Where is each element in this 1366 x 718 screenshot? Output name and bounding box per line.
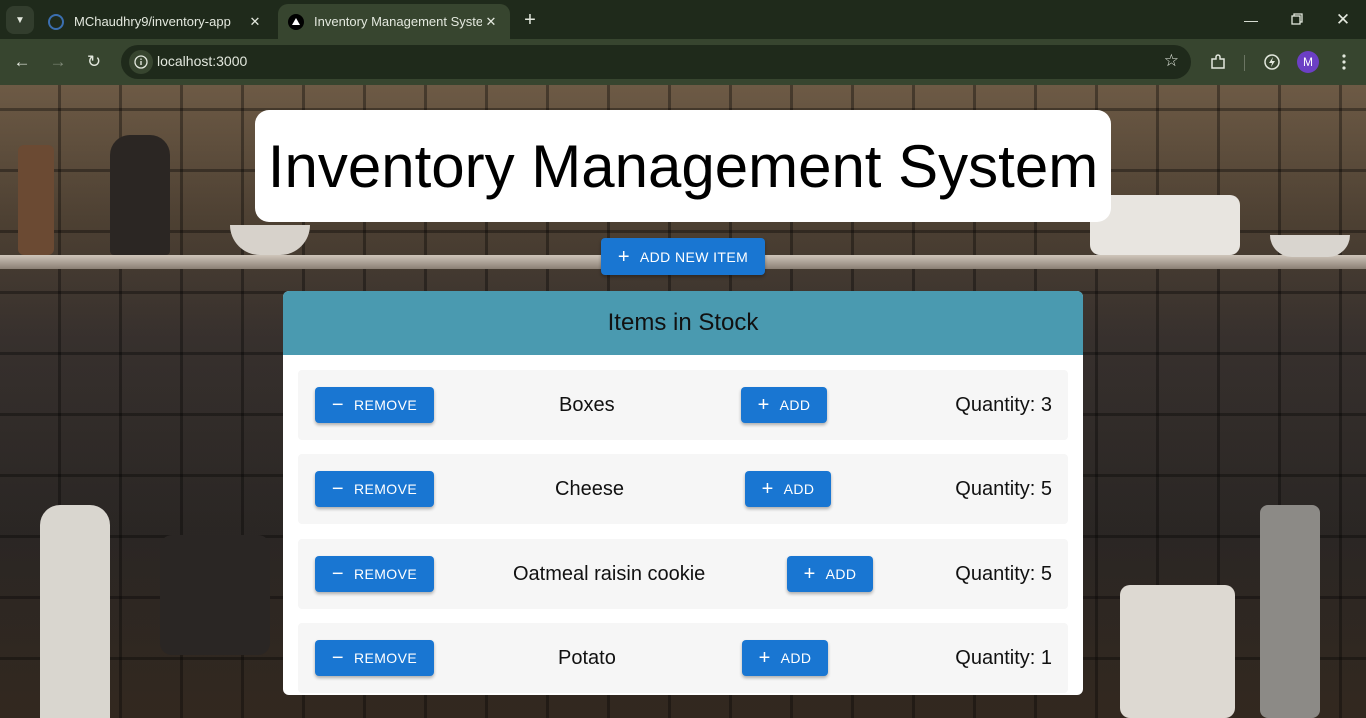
minus-icon: −	[331, 394, 344, 416]
page-title-card: Inventory Management System	[255, 110, 1111, 222]
add-label: ADD	[779, 397, 811, 413]
github-icon	[48, 13, 64, 30]
tab-github[interactable]: MChaudhry9/inventory-app ✕	[38, 4, 274, 39]
tab-search-button[interactable]: ▼	[6, 6, 34, 34]
site-info-icon[interactable]	[129, 50, 153, 74]
background-decor	[160, 535, 270, 655]
background-decor	[1270, 235, 1350, 257]
restore-button[interactable]	[1274, 0, 1320, 39]
kebab-menu-icon[interactable]	[1330, 48, 1358, 76]
close-icon[interactable]: ✕	[246, 13, 264, 31]
item-name: Potato	[558, 646, 616, 669]
background-decor	[1120, 585, 1235, 718]
item-quantity: Quantity: 5	[955, 477, 1052, 500]
add-new-item-label: ADD NEW ITEM	[639, 248, 749, 265]
add-button[interactable]: + ADD	[787, 556, 873, 592]
background-decor	[40, 505, 110, 718]
arrow-left-icon: ←	[13, 52, 31, 71]
bookmark-star-icon[interactable]: ☆	[1164, 51, 1179, 71]
item-name: Oatmeal raisin cookie	[513, 562, 706, 585]
item-row: − REMOVE Oatmeal raisin cookie + ADD Qua…	[298, 539, 1068, 609]
item-name: Cheese	[555, 477, 624, 500]
minimize-button[interactable]: —	[1228, 0, 1274, 39]
triangle-logo-icon	[288, 13, 304, 30]
profile-avatar[interactable]: M	[1297, 51, 1319, 73]
close-window-button[interactable]: ✕	[1320, 0, 1366, 39]
item-quantity: Quantity: 5	[955, 562, 1052, 585]
browser-toolbar: ← → ↻ localhost:3000 ☆	[0, 39, 1366, 85]
item-name: Boxes	[559, 393, 615, 416]
page-title: Inventory Management System	[267, 132, 1099, 200]
item-row: − REMOVE Cheese + ADD Quantity: 5	[298, 454, 1068, 524]
plus-icon: +	[617, 245, 630, 268]
extensions-icon[interactable]	[1204, 48, 1232, 76]
close-icon[interactable]: ✕	[482, 13, 500, 31]
page-viewport: Inventory Management System + ADD NEW IT…	[0, 85, 1366, 718]
background-decor	[1260, 505, 1320, 718]
tab-title: MChaudhry9/inventory-app	[74, 14, 231, 29]
performance-icon[interactable]	[1258, 48, 1286, 76]
minus-icon: −	[331, 478, 344, 500]
address-bar[interactable]: localhost:3000 ☆	[121, 45, 1191, 79]
new-tab-button[interactable]: +	[518, 8, 542, 32]
add-label: ADD	[825, 566, 857, 582]
add-new-item-button[interactable]: + ADD NEW ITEM	[601, 238, 765, 275]
item-row: − REMOVE Boxes + ADD Quantity: 3	[298, 370, 1068, 440]
plus-icon: +	[803, 563, 816, 585]
restore-icon	[1291, 12, 1303, 28]
add-label: ADD	[783, 481, 815, 497]
chevron-down-icon: ▼	[15, 14, 25, 26]
item-quantity: Quantity: 3	[955, 393, 1052, 416]
minimize-icon: —	[1244, 11, 1258, 28]
background-decor	[1090, 195, 1240, 255]
remove-label: REMOVE	[354, 481, 418, 497]
item-quantity: Quantity: 1	[955, 646, 1052, 669]
remove-button[interactable]: − REMOVE	[315, 387, 434, 423]
add-label: ADD	[780, 650, 812, 666]
remove-label: REMOVE	[354, 650, 418, 666]
background-decor	[110, 135, 170, 255]
url-text: localhost:3000	[157, 53, 248, 69]
forward-button[interactable]: →	[44, 48, 72, 76]
arrow-right-icon: →	[49, 52, 67, 71]
reload-icon: ↻	[86, 52, 102, 71]
remove-button[interactable]: − REMOVE	[315, 640, 434, 676]
tab-title: Inventory Management System	[314, 14, 482, 29]
tab-inventory[interactable]: Inventory Management System ✕	[278, 4, 510, 39]
minus-icon: −	[331, 647, 344, 669]
remove-label: REMOVE	[354, 397, 418, 413]
remove-button[interactable]: − REMOVE	[315, 556, 434, 592]
minus-icon: −	[331, 563, 344, 585]
browser-tab-bar: ▼ MChaudhry9/inventory-app ✕ Inventory M…	[0, 0, 1366, 39]
plus-icon: +	[757, 394, 770, 416]
back-button[interactable]: ←	[8, 48, 36, 76]
add-button[interactable]: + ADD	[742, 640, 828, 676]
plus-icon: +	[758, 647, 771, 669]
stock-heading: Items in Stock	[283, 291, 1083, 355]
stock-panel: Items in Stock − REMOVE Boxes + ADD Quan…	[283, 291, 1083, 695]
item-row: − REMOVE Potato + ADD Quantity: 1	[298, 623, 1068, 693]
add-button[interactable]: + ADD	[745, 471, 831, 507]
background-decor	[230, 225, 310, 255]
plus-icon: +	[761, 478, 774, 500]
toolbar-divider	[1244, 55, 1245, 71]
reload-button[interactable]: ↻	[80, 48, 108, 76]
background-decor	[18, 145, 54, 255]
close-icon: ✕	[1335, 9, 1351, 29]
remove-label: REMOVE	[354, 566, 418, 582]
add-button[interactable]: + ADD	[741, 387, 827, 423]
remove-button[interactable]: − REMOVE	[315, 471, 434, 507]
